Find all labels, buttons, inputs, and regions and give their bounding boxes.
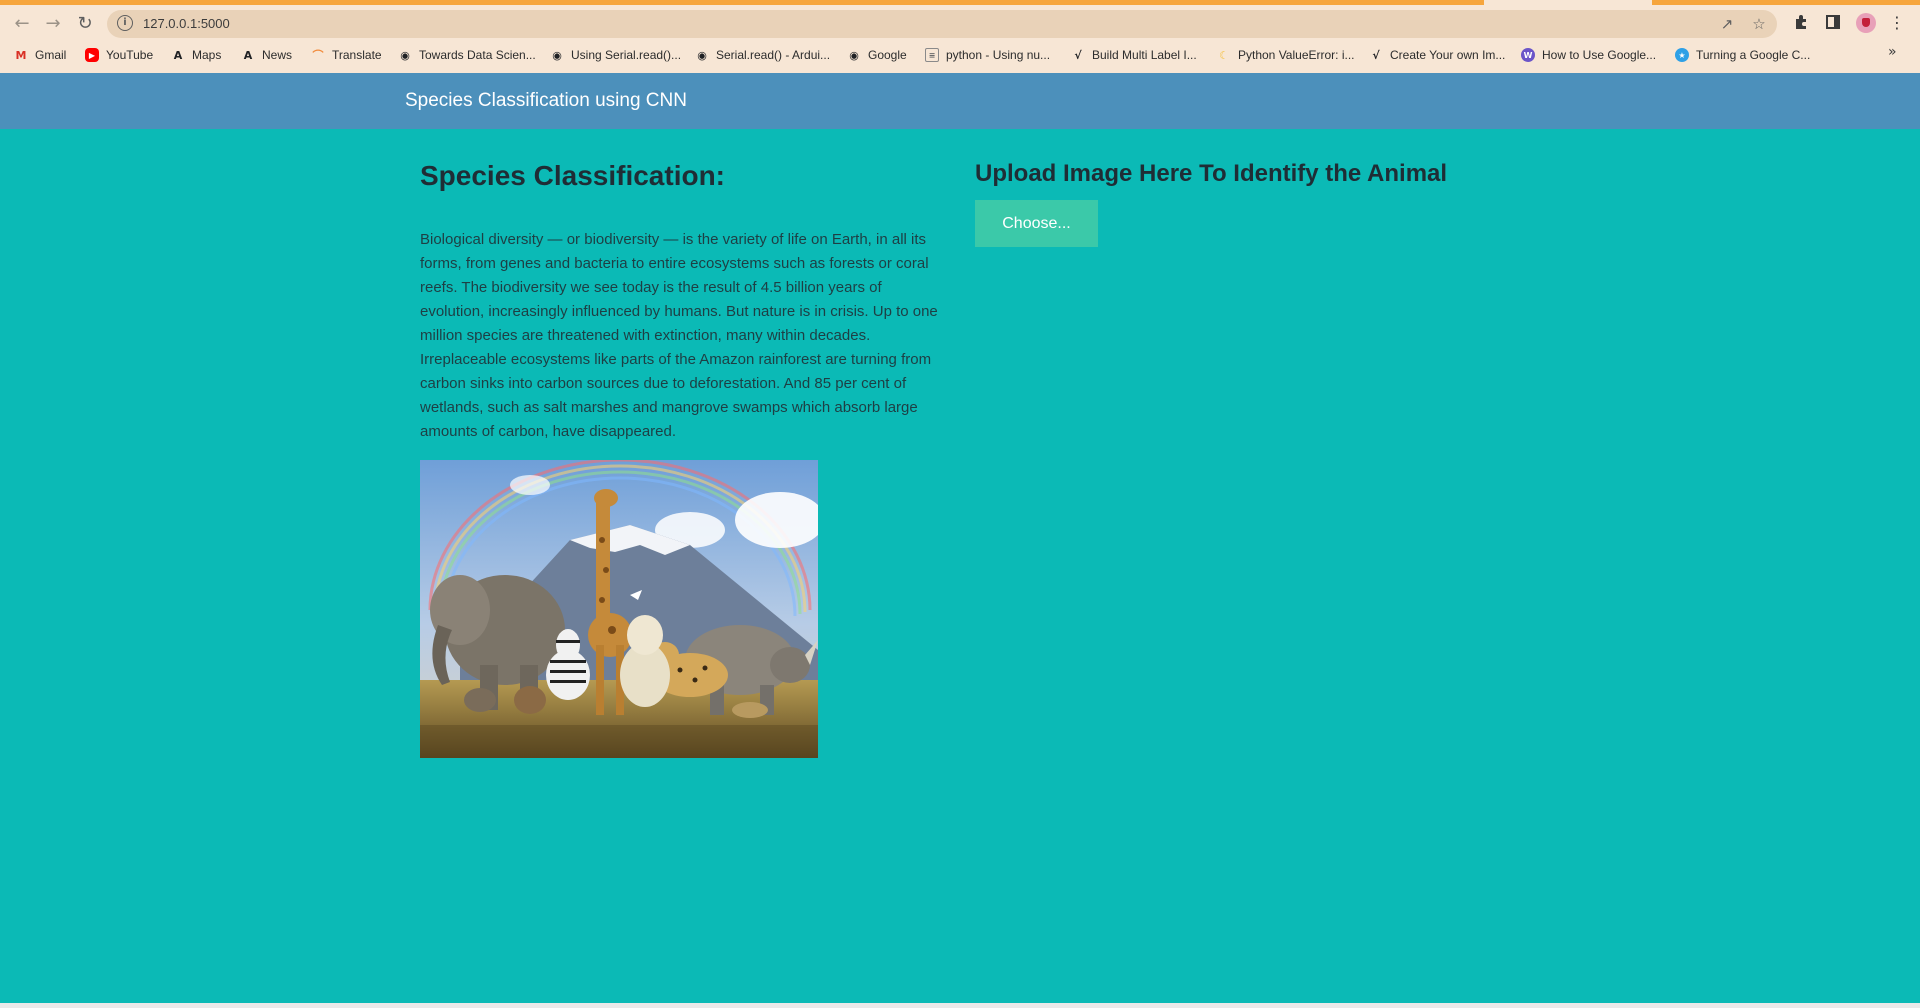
bookmarks-bar: M Gmail ▶ YouTube A Maps A News ⌒ Translate ◉… [0,44,1920,66]
upload-title: Upload Image Here To Identify the Animal [975,160,1448,187]
bookmark-how-to-use-google[interactable]: W How to Use Google... [1521,44,1656,66]
chart-icon: √ [1372,48,1380,62]
bookmark-build-multi-label[interactable]: √ Build Multi Label I... [1071,44,1197,66]
bookmark-turning-a-google[interactable]: ★ Turning a Google C... [1675,44,1810,66]
back-icon[interactable]: ← [9,10,35,36]
bookmark-label: Turning a Google C... [1696,48,1811,62]
page-bottom-edge [0,1003,1920,1008]
bookmark-youtube[interactable]: ▶ YouTube [85,44,153,66]
site-icon: W [1521,48,1535,62]
stackoverflow-icon: ≡ [925,48,939,62]
news-icon: A [243,48,253,62]
bookmark-label: Gmail [35,48,67,62]
bookmark-label: Maps [192,48,222,62]
animals-image [420,460,818,758]
bookmark-gmail[interactable]: M Gmail [14,44,67,66]
page-load-progress-tail [1652,0,1920,5]
globe-icon: ◉ [400,48,410,62]
site-info-icon[interactable]: i [117,15,133,31]
bookmark-using-serial-read[interactable]: ◉ Using Serial.read()... [550,44,681,66]
translate-icon: ⌒ [312,49,324,62]
intro-section: Species Classification: Biological diver… [420,160,940,440]
chart-icon: √ [1074,48,1082,62]
bookmark-python-valueerror[interactable]: ☾ Python ValueError: i... [1217,44,1355,66]
globe-icon: ◉ [552,48,562,62]
globe-icon: ◉ [849,48,859,62]
browser-toolbar: ← → ↻ i 127.0.0.1:5000 ↗ ☆ ⋮ [0,6,1920,40]
bookmark-news[interactable]: A News [241,44,292,66]
page-title: Species Classification: [420,160,726,191]
bookmark-label: Create Your own Im... [1390,48,1506,62]
navbar-brand[interactable]: Species Classification using CNN [405,90,687,112]
bookmark-label: News [262,48,293,62]
forward-icon[interactable]: → [40,10,66,36]
bookmark-label: python - Using nu... [946,48,1051,62]
bookmark-label: Using Serial.read()... [571,48,682,62]
profile-avatar[interactable] [1856,13,1876,33]
bookmarks-overflow-icon[interactable]: » [1888,44,1897,60]
bookmark-translate[interactable]: ⌒ Translate [311,44,382,66]
bookmark-python-using-numpy[interactable]: ≡ python - Using nu... [925,44,1050,66]
reload-icon[interactable]: ↻ [72,10,98,36]
bookmark-label: Google [868,48,907,62]
bookmark-label: Translate [332,48,382,62]
bookmark-label: Python ValueError: i... [1238,48,1355,62]
menu-kebab-icon[interactable]: ⋮ [1886,11,1908,33]
bookmark-label: YouTube [106,48,154,62]
star-site-icon: ★ [1675,48,1689,62]
url-text[interactable]: 127.0.0.1:5000 [143,16,230,31]
site-navbar: Species Classification using CNN [0,73,1920,129]
description-text: Biological diversity — or biodiversity —… [420,231,938,440]
page-load-progress [0,0,1484,5]
bookmark-maps[interactable]: A Maps [171,44,222,66]
bookmark-serial-read-arduino[interactable]: ◉ Serial.read() - Ardui... [695,44,830,66]
bookmark-label: How to Use Google... [1542,48,1657,62]
bookmark-google[interactable]: ◉ Google [847,44,907,66]
moon-icon: ☾ [1219,48,1229,62]
side-panel-icon[interactable] [1822,11,1844,33]
bookmark-towards-data-science[interactable]: ◉ Towards Data Scien... [398,44,536,66]
bookmark-label: Towards Data Scien... [419,48,536,62]
gmail-icon: M [15,48,27,62]
globe-icon: ◉ [697,48,707,62]
extensions-icon[interactable] [1790,11,1812,33]
maps-icon: A [173,48,183,62]
browser-chrome: ← → ↻ i 127.0.0.1:5000 ↗ ☆ ⋮ M Gmail ▶ You… [0,0,1920,73]
bookmark-label: Serial.read() - Ardui... [716,48,831,62]
bookmark-star-icon[interactable]: ☆ [1749,14,1769,34]
bookmark-label: Build Multi Label I... [1092,48,1197,62]
youtube-icon: ▶ [85,48,99,62]
address-bar[interactable]: i 127.0.0.1:5000 ↗ ☆ [107,10,1777,38]
bookmark-create-your-own[interactable]: √ Create Your own Im... [1369,44,1505,66]
share-icon[interactable]: ↗ [1717,14,1737,34]
upload-section: Upload Image Here To Identify the Animal… [975,160,1535,247]
choose-file-button[interactable]: Choose... [975,200,1098,247]
